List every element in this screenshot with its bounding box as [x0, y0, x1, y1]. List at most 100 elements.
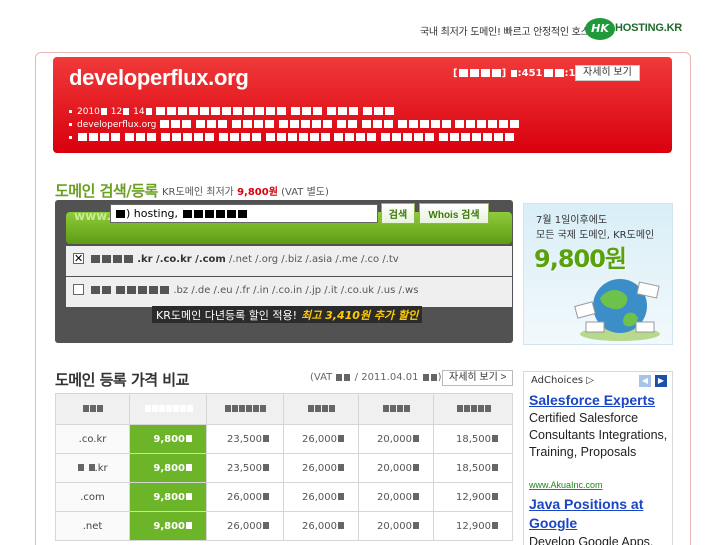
adsense-box: AdChoices ▷ ◀ ▶ Salesforce Experts Certi…	[523, 371, 673, 545]
row-c2-value: 26,000	[302, 520, 337, 532]
row-c1-value: 23,500	[227, 462, 262, 474]
row-ours-value: 9,800	[153, 520, 185, 532]
search-sub-prefix: KR도메인 최저가	[162, 187, 234, 198]
search-sub-suffix: (VAT 별도)	[281, 187, 329, 198]
price-meta-suffix: )	[437, 372, 442, 383]
registration-info: [] :451 :1	[453, 68, 575, 79]
row-competitor-3: 20,000	[358, 453, 434, 483]
row-ours-price: 9,800	[129, 482, 207, 512]
search-button[interactable]: 검색	[381, 203, 415, 224]
row-c4-value: 18,500	[456, 433, 491, 445]
price-promo-banner[interactable]: 7월 1일이후에도 모든 국제 도메인, KR도메인 9,800원	[523, 203, 673, 345]
row-ours-price: 9,800	[129, 511, 207, 541]
row-competitor-4: 12,900	[433, 511, 513, 541]
row-ours-price: 9,800	[129, 424, 207, 454]
www-label: www.	[74, 209, 112, 223]
hk-logo-mark: HK	[585, 18, 615, 40]
row-tld: .kr	[55, 453, 130, 483]
promo-price: 9,800원	[534, 245, 627, 273]
header-detail-button[interactable]: 자세히 보기	[575, 65, 640, 81]
top-tagline: 국내 최저가 도메인! 빠르고 안정적인 호스팅!	[420, 27, 603, 38]
row-c2-value: 26,000	[302, 491, 337, 503]
multi-year-text: KR도메인 다년등록 할인 적용!	[156, 309, 298, 322]
tld-select-all-checkbox[interactable]	[73, 245, 84, 273]
table-header-competitor-2	[283, 393, 359, 425]
ad1-body: Certified Salesforce Consultants Integra…	[529, 411, 668, 459]
multi-year-discount: KR도메인 다년등록 할인 적용! 최고 3,410원 추가 할인	[152, 306, 423, 323]
header-line-domain: developerflux.org	[69, 120, 520, 130]
domain-search-input[interactable]: ) hosting,	[110, 204, 378, 223]
price-compare-meta: (VAT / 2011.04.01 )	[310, 372, 442, 383]
tld-secondary-checkbox[interactable]	[73, 284, 84, 295]
row-competitor-1: 26,000	[206, 482, 284, 512]
header-date-day: 14	[133, 107, 145, 117]
ad2-title-link-line-2[interactable]: Google	[529, 515, 577, 531]
reg-info-open: [	[453, 68, 458, 79]
row-tld: .com	[55, 482, 130, 512]
header-date-month: 12	[110, 107, 123, 117]
row-c4-value: 12,900	[456, 491, 491, 503]
reg-info-close: ]	[501, 68, 507, 79]
row-c1-value: 26,000	[227, 491, 262, 503]
tld-row-primary: .kr /.co.kr /.com /.net /.org /.biz /.as…	[66, 245, 512, 276]
search-subtitle: KR도메인 최저가 9,800원 (VAT 별도)	[162, 183, 329, 198]
globe-illustration-icon	[574, 279, 660, 341]
row-competitor-4: 18,500	[433, 453, 513, 483]
row-ours-value: 9,800	[153, 491, 185, 503]
table-header-competitor-4	[433, 393, 513, 425]
extra-discount-text: 최고 3,410원 추가 할인	[301, 309, 419, 322]
row-competitor-4: 18,500	[433, 424, 513, 454]
row-tld: .co.kr	[55, 424, 130, 454]
reg-info-tail: :1	[564, 68, 576, 79]
row-c3-value: 20,000	[377, 520, 412, 532]
table-header-tld	[55, 393, 130, 425]
tld-primary-bold: .kr /.co.kr /.com	[137, 254, 226, 265]
ad-prev-arrow-icon[interactable]: ◀	[639, 375, 651, 387]
price-meta-date: / 2011.04.01	[354, 372, 419, 383]
row-competitor-1: 23,500	[206, 424, 284, 454]
row-ours-value: 9,800	[153, 462, 185, 474]
header-line-date: 2010 12 14	[69, 107, 395, 117]
row-competitor-3: 20,000	[358, 511, 434, 541]
domain-title: developerflux.org	[69, 65, 249, 90]
table-row: .net 9,800 26,000 26,000 20,000 12,900	[55, 511, 513, 541]
price-compare-table: .co.kr 9,800 23,500 26,000 20,000 18,500…	[55, 393, 513, 541]
hk-logo-word: HOSTING.KR	[615, 22, 683, 34]
price-detail-button[interactable]: 자세히 보기 >	[442, 370, 514, 386]
adchoices-link[interactable]: AdChoices ▷	[531, 375, 594, 386]
row-tld: .net	[55, 511, 130, 541]
row-c2-value: 26,000	[302, 462, 337, 474]
search-sub-price: 9,800원	[237, 187, 278, 198]
domain-header-card: developerflux.org [] :451 :1 자세히 보기 2010 …	[53, 57, 672, 153]
header-line-notice	[69, 133, 515, 143]
table-row: .kr 9,800 23,500 26,000 20,000 18,500	[55, 453, 513, 483]
row-competitor-2: 26,000	[283, 453, 359, 483]
row-c1-value: 26,000	[227, 520, 262, 532]
row-competitor-2: 26,000	[283, 482, 359, 512]
row-tld-value: .kr	[94, 462, 108, 474]
price-compare-heading: 도메인 등록 가격 비교	[55, 371, 189, 389]
ad1-title-link[interactable]: Salesforce Experts	[529, 392, 655, 408]
reg-info-count: :451	[517, 68, 543, 79]
table-row: .co.kr 9,800 23,500 26,000 20,000 18,500	[55, 424, 513, 454]
row-ours-value: 9,800	[153, 433, 185, 445]
table-header-competitor-1	[206, 393, 284, 425]
domain-search-heading: 도메인 검색/등록	[55, 182, 158, 200]
ad2-title-link-line-1[interactable]: Java Positions at	[529, 496, 643, 512]
row-ours-price: 9,800	[129, 453, 207, 483]
ad2-body: Develop Google Apps.	[529, 535, 654, 545]
hosting-kr-logo[interactable]: HK HOSTING.KR	[585, 17, 682, 41]
table-header-ours	[129, 393, 207, 425]
whois-search-button[interactable]: Whois 검색	[419, 203, 489, 224]
row-c4-value: 18,500	[456, 462, 491, 474]
row-competitor-1: 23,500	[206, 453, 284, 483]
row-competitor-4: 12,900	[433, 482, 513, 512]
domain-search-input-value: ) hosting,	[126, 207, 179, 220]
row-competitor-2: 26,000	[283, 511, 359, 541]
ad-next-arrow-icon[interactable]: ▶	[655, 375, 667, 387]
header-line-domain-text: developerflux.org	[77, 120, 157, 130]
row-competitor-3: 20,000	[358, 482, 434, 512]
ad1-url-link[interactable]: www.AkuaInc.com	[529, 480, 603, 490]
row-competitor-2: 26,000	[283, 424, 359, 454]
row-c3-value: 20,000	[377, 491, 412, 503]
